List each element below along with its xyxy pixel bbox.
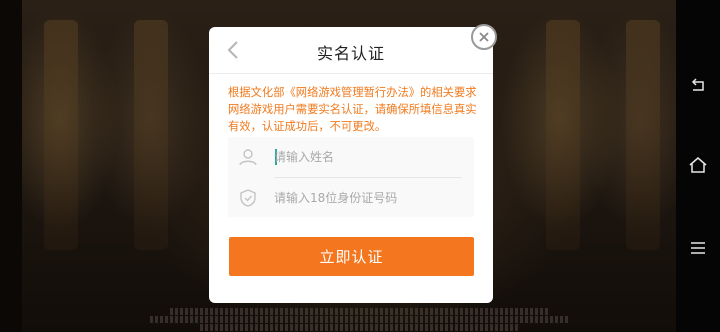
verify-now-button[interactable]: 立即认证 <box>229 237 474 276</box>
dialog-header: 实名认证 <box>209 27 493 74</box>
back-nav-icon[interactable] <box>688 76 708 96</box>
close-button[interactable] <box>471 24 497 50</box>
notice-text: 根据文化部《网络游戏管理暂行办法》的相关要求网络游戏用户需要实名认证，请确保所填… <box>228 86 477 133</box>
id-field-row <box>228 178 474 218</box>
close-icon <box>479 32 489 42</box>
background-pillar <box>546 20 580 250</box>
left-edge <box>0 0 22 332</box>
user-icon <box>239 149 257 166</box>
system-nav-bar <box>676 0 720 332</box>
background-pillar <box>134 20 168 250</box>
verification-form <box>228 137 474 217</box>
footer-fine-print <box>140 307 580 332</box>
shield-check-icon <box>240 189 256 207</box>
name-field-row <box>228 137 474 178</box>
background-pillar <box>626 20 660 250</box>
id-number-input[interactable] <box>274 186 454 210</box>
verification-dialog: 实名认证 根据文化部《网络游戏管理暂行办法》的相关要求网络游戏用户需要实名认证，… <box>209 24 497 303</box>
dialog-title: 实名认证 <box>316 44 385 63</box>
home-nav-icon[interactable] <box>688 155 708 175</box>
menu-nav-icon[interactable] <box>688 238 708 258</box>
name-input[interactable] <box>274 145 454 169</box>
background-pillar <box>44 20 78 250</box>
